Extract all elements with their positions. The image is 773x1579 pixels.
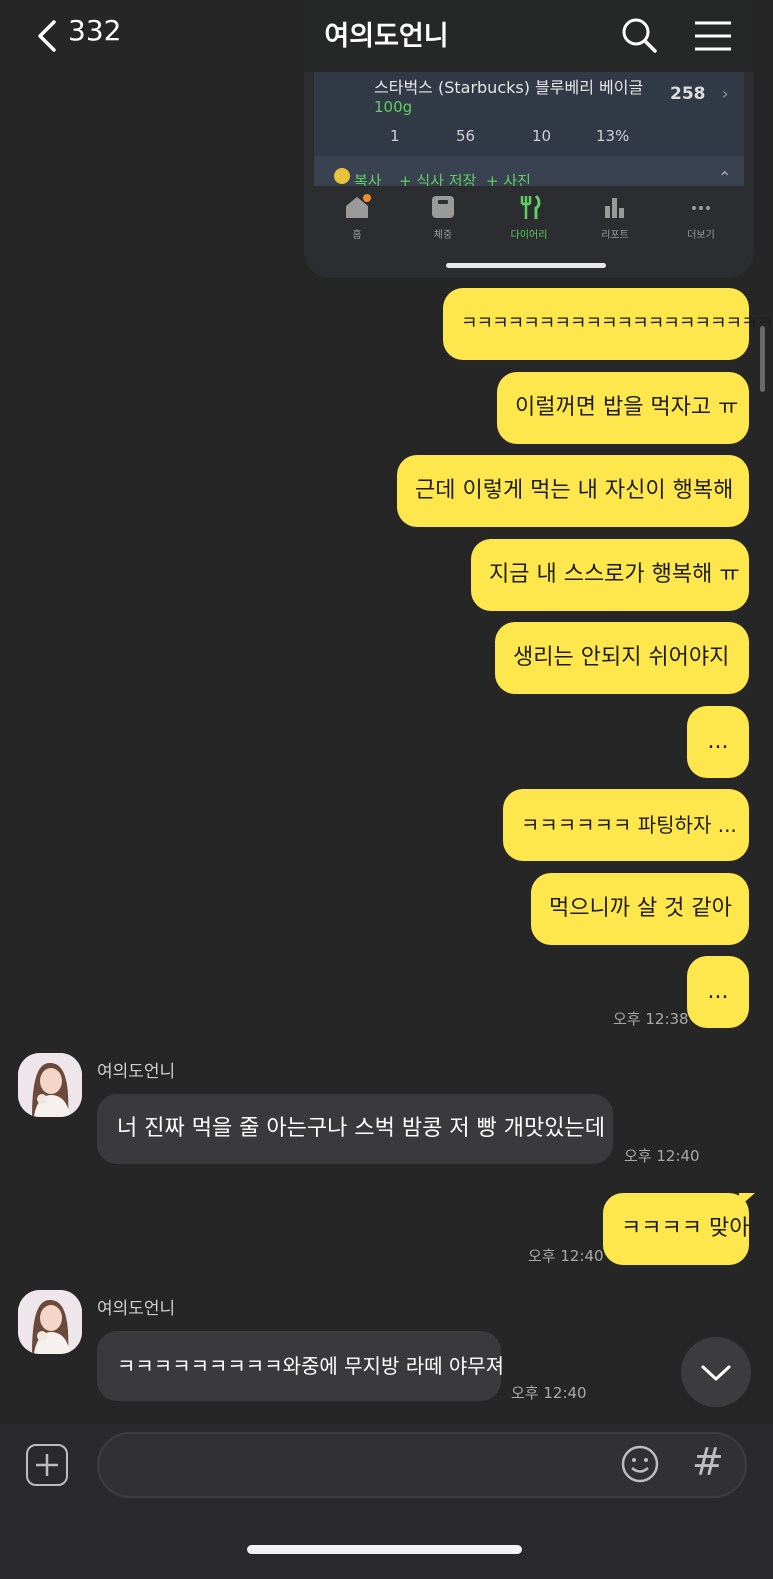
unread-count[interactable]: 332: [68, 14, 121, 47]
tab-home: 홈: [314, 186, 400, 246]
nutrient-value: 10: [532, 127, 552, 145]
food-amount: 100g: [374, 98, 413, 116]
scroll-to-bottom-button[interactable]: [681, 1337, 751, 1407]
food-entry-row: 스타벅스 (Starbucks) 블루베리 베이글 100g 258 › 1 5…: [314, 70, 744, 156]
my-message[interactable]: 근데 이렇게 먹는 내 자신이 행복해: [397, 455, 749, 527]
tab-diary: 다이어리: [486, 186, 572, 246]
chevron-down-icon: [701, 1365, 731, 1381]
food-name: 스타벅스 (Starbucks) 블루베리 베이글: [374, 78, 644, 97]
coin-icon: [334, 168, 350, 184]
message-time: 오후 12:38: [613, 1010, 689, 1028]
menu-icon[interactable]: [693, 18, 733, 54]
message-time: 오후 12:40: [528, 1247, 604, 1265]
my-message[interactable]: ㅋㅋㅋㅋㅋㅋ 파팅하자 ...: [503, 789, 749, 861]
tab-weight: 체중: [400, 186, 486, 246]
chevron-right-icon: ›: [722, 84, 729, 103]
tab-report: 리포트: [572, 186, 658, 246]
scrollbar[interactable]: [760, 326, 765, 392]
hashtag-search-button[interactable]: #: [692, 1440, 726, 1484]
profile-photo: [18, 1053, 82, 1117]
nutrient-value: 13%: [596, 127, 630, 145]
my-message[interactable]: ...: [687, 706, 749, 778]
avatar[interactable]: [18, 1290, 82, 1354]
tab-more: 더보기: [658, 186, 744, 246]
my-message[interactable]: 먹으니까 살 것 같아: [531, 873, 749, 945]
search-icon[interactable]: [620, 16, 658, 54]
other-message[interactable]: ㅋㅋㅋㅋㅋㅋㅋㅋㅋ와중에 무지방 라떼 야무져: [97, 1331, 504, 1401]
nutrient-value: 1: [390, 127, 400, 145]
message-time: 오후 12:40: [624, 1147, 700, 1165]
my-message[interactable]: 이럴꺼면 밥을 먹자고 ㅠ: [497, 372, 749, 444]
my-message[interactable]: 생리는 안되지 쉬어야지: [495, 622, 749, 694]
back-arrow-icon[interactable]: [34, 18, 66, 54]
sender-name: 여의도언니: [97, 1062, 176, 1082]
bar-chart-icon: [605, 198, 624, 218]
my-message[interactable]: ...: [687, 956, 749, 1028]
profile-photo: [18, 1290, 82, 1354]
avatar[interactable]: [18, 1053, 82, 1117]
more-icon: [692, 206, 710, 210]
my-message[interactable]: 지금 내 스스로가 행복해 ㅠ: [471, 539, 749, 611]
my-message[interactable]: ㅋㅋㅋㅋㅋㅋㅋㅋㅋㅋㅋㅋㅋㅋㅋㅋㅋㅋㅋㅋㅋ: [443, 288, 773, 360]
plus-icon: [36, 1454, 58, 1476]
chevron-up-icon: ⌃: [718, 168, 732, 187]
home-indicator: [247, 1545, 522, 1554]
nutrient-value: 56: [456, 127, 476, 145]
attach-button[interactable]: [26, 1444, 68, 1486]
food-calories: 258: [670, 84, 706, 104]
bubble-tail: [739, 1193, 755, 1207]
emoji-icon[interactable]: [620, 1444, 660, 1484]
header-right-bg: [754, 0, 773, 72]
home-icon: [346, 194, 371, 218]
other-message[interactable]: 너 진짜 먹을 줄 아는구나 스벅 밤콩 저 빵 개맛있는데: [97, 1094, 613, 1164]
scale-icon: [432, 196, 454, 218]
header-overlay: [304, 0, 754, 72]
sender-name: 여의도언니: [97, 1299, 176, 1319]
fork-knife-icon: [520, 194, 541, 219]
message-time: 오후 12:40: [511, 1384, 587, 1402]
home-indicator: [446, 263, 606, 268]
my-message[interactable]: ㅋㅋㅋㅋ 맞아: [603, 1193, 755, 1265]
app-tab-bar: 홈 체중 다이어리 리포트 더보기: [314, 186, 744, 246]
